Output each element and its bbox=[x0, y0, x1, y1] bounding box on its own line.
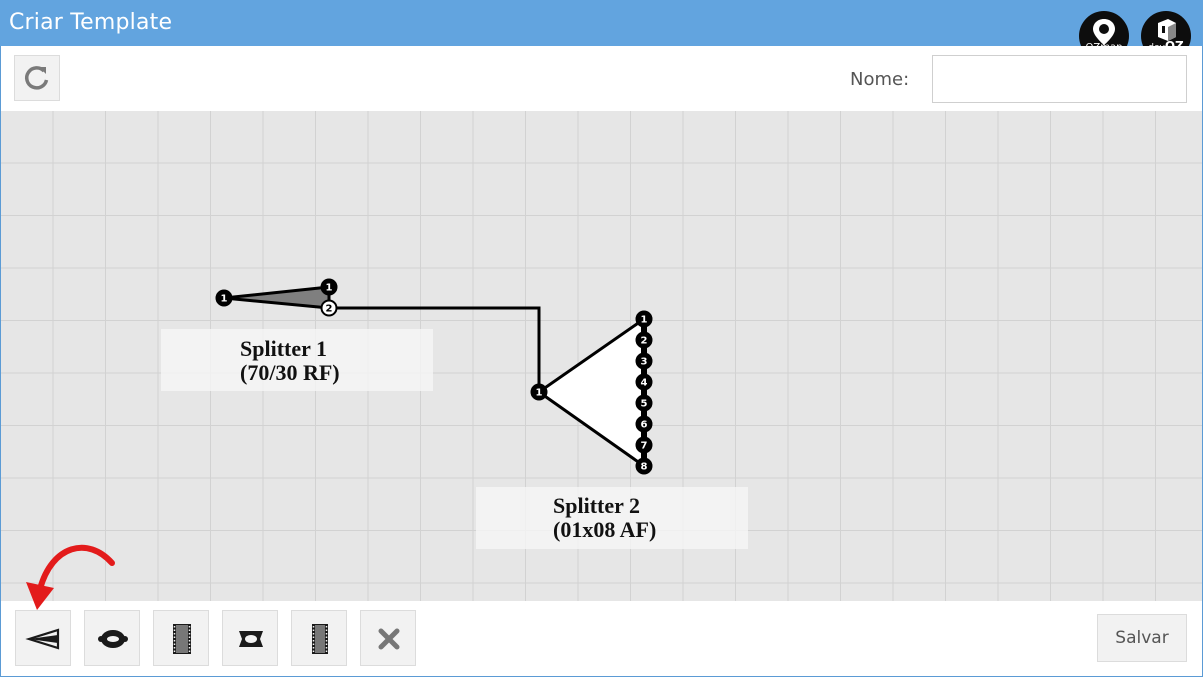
splitter-2-output-port[interactable]: 4 bbox=[635, 373, 653, 391]
splitter-2-output-port-label: 8 bbox=[641, 462, 648, 473]
splitter-2-output-port[interactable]: 8 bbox=[635, 457, 653, 475]
splitter-2-output-port-label: 6 bbox=[641, 420, 648, 431]
splitter-2-output-port[interactable]: 6 bbox=[635, 415, 653, 433]
splitter-1-input-port[interactable]: 1 bbox=[215, 289, 233, 307]
splitter-2-output-port[interactable]: 7 bbox=[635, 436, 653, 454]
splitter-2-output-port[interactable]: 5 bbox=[635, 394, 653, 412]
splitter-2-output-port-label: 7 bbox=[641, 441, 648, 452]
splitter-2-input-port-label: 1 bbox=[536, 388, 543, 399]
add-dio-button[interactable] bbox=[153, 610, 209, 666]
diagram-drawing: 1 1 2 1 1 2 3 4 5 6 7 8 bbox=[215, 278, 653, 475]
connector-icon bbox=[239, 631, 263, 647]
splitter-1-body[interactable] bbox=[222, 285, 331, 310]
splitter-unbalanced-icon bbox=[25, 628, 60, 650]
splitter-1-output-port-label: 1 bbox=[326, 283, 333, 294]
splitter-2-output-port-label: 5 bbox=[641, 399, 648, 410]
dio-icon bbox=[173, 624, 191, 654]
connection-wire[interactable] bbox=[329, 306, 541, 392]
splitter-2-output-port-label: 4 bbox=[641, 378, 648, 389]
fusion-icon bbox=[98, 630, 128, 648]
splitter-2-output-port[interactable]: 3 bbox=[635, 352, 653, 370]
add-fusion-button[interactable] bbox=[84, 610, 140, 666]
add-cable-tray-button[interactable] bbox=[291, 610, 347, 666]
splitter-2-body[interactable] bbox=[537, 317, 646, 468]
splitter-2-output-port-label: 2 bbox=[641, 336, 648, 347]
splitter-1-output-port[interactable]: 1 bbox=[320, 278, 338, 296]
splitter-2-output-port[interactable]: 1 bbox=[635, 310, 653, 328]
add-connector-button[interactable] bbox=[222, 610, 278, 666]
cable-tray-icon bbox=[312, 624, 328, 654]
splitter-2-output-port[interactable]: 2 bbox=[635, 331, 653, 349]
splitter-2-input-port[interactable]: 1 bbox=[530, 383, 548, 401]
splitter-1-output-port-label: 2 bbox=[326, 304, 333, 315]
save-button[interactable]: Salvar bbox=[1097, 614, 1187, 662]
add-splitter-button[interactable] bbox=[15, 610, 71, 666]
splitter-2-output-port-label: 3 bbox=[641, 357, 648, 368]
splitter-1-input-port-label: 1 bbox=[221, 294, 228, 305]
delete-button[interactable] bbox=[360, 610, 416, 666]
splitter-1-output-port[interactable]: 2 bbox=[320, 299, 338, 317]
delete-icon bbox=[378, 628, 400, 650]
splitter-2-output-port-label: 1 bbox=[641, 315, 648, 326]
